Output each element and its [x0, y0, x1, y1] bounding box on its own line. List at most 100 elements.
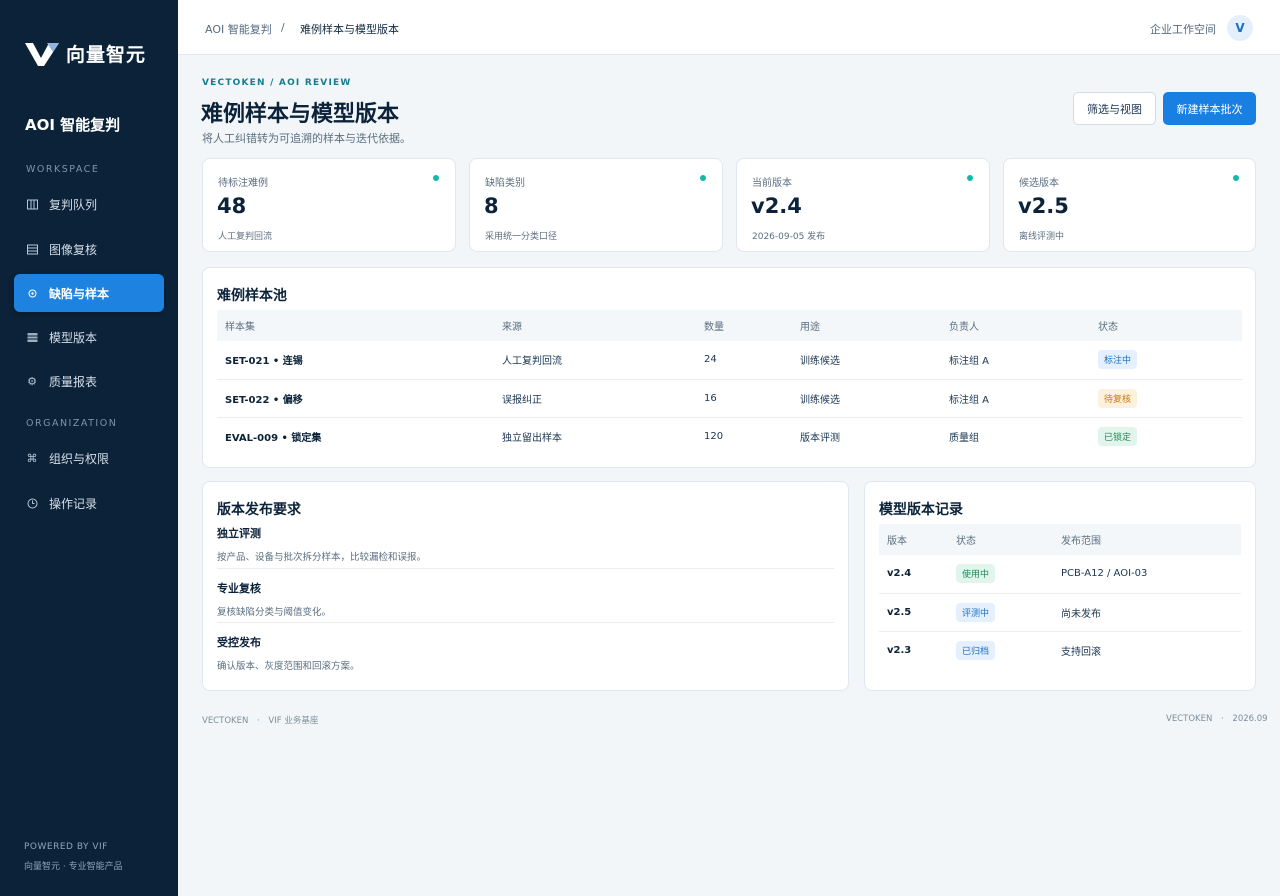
- sidebar-item-label: 复判队列: [49, 197, 98, 212]
- sidebar-item-defects-samples[interactable]: 缺陷与样本: [14, 274, 164, 312]
- powered-by: POWERED BY VIF: [24, 842, 108, 852]
- workspace-section-label: WORKSPACE: [26, 164, 100, 175]
- release-requirements-card: 版本发布要求 独立评测 按产品、设备与批次拆分样本，比较漏检和误报。 专业复核 …: [202, 481, 849, 691]
- grid-icon: [26, 331, 38, 343]
- status-badge: 使用中: [956, 564, 996, 584]
- sidebar-item-label: 组织与权限: [49, 451, 110, 466]
- page-eyebrow: VECTOKEN / AOI REVIEW: [202, 78, 352, 88]
- status-badge: 已锁定: [1098, 426, 1138, 446]
- table-row[interactable]: EVAL-009 • 锁定集 独立留出样本 120 版本评测 质量组 已锁定: [217, 417, 1242, 455]
- requirement-desc: 复核缺陷分类与阈值变化。: [217, 607, 332, 618]
- target-icon: [26, 287, 38, 299]
- sidebar-item-review-queue[interactable]: 复判队列: [14, 185, 164, 223]
- sidebar-item-org-permissions[interactable]: ⌘ 组织与权限: [14, 439, 164, 477]
- avatar[interactable]: V: [1227, 15, 1253, 41]
- status-badge: 已归档: [956, 640, 996, 660]
- app-root: 向量智元 AOI 智能复判 WORKSPACE 复判队列 图像复核 缺陷与样本: [0, 0, 1280, 896]
- requirement-title: 专业复核: [217, 582, 261, 595]
- column-header: 数量: [696, 310, 792, 341]
- stat-hint: 2026-09-05 发布: [752, 232, 826, 242]
- status-badge: 待复核: [1098, 388, 1138, 408]
- column-header: 样本集: [217, 310, 494, 341]
- column-header: 发布范围: [1053, 524, 1241, 555]
- status-dot-icon: [433, 175, 439, 181]
- footer-brand: VECTOKEN: [202, 716, 249, 726]
- sample-count: 120: [704, 430, 724, 442]
- sample-source: 人工复判回流: [494, 341, 696, 380]
- sample-usage: 训练候选: [792, 379, 941, 418]
- image-list-icon: [26, 243, 38, 255]
- organization-section-label: ORGANIZATION: [26, 418, 118, 429]
- stat-card-defect-categories: 缺陷类别 8 采用统一分类口径: [469, 158, 723, 252]
- stat-value: 48: [217, 194, 247, 218]
- card-title: 难例样本池: [217, 288, 287, 304]
- column-header: 状态: [1090, 310, 1242, 341]
- breadcrumb-current: 难例样本与模型版本: [300, 23, 399, 36]
- version-id: v2.3: [887, 644, 912, 656]
- stat-card-pending-hard-cases: 待标注难例 48 人工复判回流: [202, 158, 456, 252]
- sidebar-item-operation-log[interactable]: 操作记录: [14, 484, 164, 522]
- column-header: 来源: [494, 310, 696, 341]
- model-version-table: 版本 状态 发布范围 v2.4 使用中 PCB-A12 / AOI-03 v2.…: [879, 524, 1241, 669]
- hard-sample-table: 样本集 来源 数量 用途 负责人 状态 SET-021 • 连锡 人工复判回流 …: [217, 310, 1242, 455]
- requirement-item: 受控发布 确认版本、灰度范围和回滚方案。: [217, 634, 834, 672]
- command-icon: ⌘: [26, 451, 38, 465]
- model-version-records-card: 模型版本记录 版本 状态 发布范围 v2.4 使用中 PCB-A12 / AOI…: [864, 481, 1256, 691]
- breadcrumb-separator: /: [281, 21, 285, 34]
- sidebar-item-label: 模型版本: [49, 330, 98, 345]
- requirement-title: 独立评测: [217, 527, 261, 540]
- sidebar-item-label: 缺陷与样本: [49, 286, 110, 301]
- topbar: AOI 智能复判 / 难例样本与模型版本 企业工作空间 V: [178, 0, 1280, 55]
- release-scope: PCB-A12 / AOI-03: [1053, 555, 1241, 594]
- sample-owner: 标注组 A: [941, 379, 1090, 418]
- footer-brand: VECTOKEN: [1166, 714, 1213, 724]
- status-badge: 标注中: [1098, 350, 1138, 370]
- table-row[interactable]: SET-022 • 偏移 误报纠正 16 训练候选 标注组 A 待复核: [217, 379, 1242, 418]
- sample-usage: 训练候选: [792, 341, 941, 380]
- stat-value: v2.5: [1018, 194, 1069, 218]
- column-header: 负责人: [941, 310, 1090, 341]
- stat-label: 缺陷类别: [485, 178, 525, 189]
- stat-value: 8: [484, 194, 499, 218]
- table-row[interactable]: v2.4 使用中 PCB-A12 / AOI-03: [879, 555, 1241, 594]
- breadcrumb-root[interactable]: AOI 智能复判: [205, 21, 272, 37]
- new-sample-batch-button[interactable]: 新建样本批次: [1163, 92, 1256, 125]
- table-row[interactable]: v2.3 已归档 支持回滚: [879, 631, 1241, 669]
- sample-count: 24: [696, 341, 792, 380]
- sample-source: 误报纠正: [494, 379, 696, 418]
- stat-label: 候选版本: [1019, 178, 1059, 189]
- stat-hint: 采用统一分类口径: [485, 232, 558, 242]
- footer-date: 2026.09: [1232, 714, 1268, 724]
- hard-sample-pool-card: 难例样本池 样本集 来源 数量 用途 负责人 状态 SET-021 • 连锡 人…: [202, 267, 1256, 468]
- requirement-title: 受控发布: [217, 636, 261, 649]
- stat-card-current-version: 当前版本 v2.4 2026-09-05 发布: [736, 158, 990, 252]
- sidebar: 向量智元 AOI 智能复判 WORKSPACE 复判队列 图像复核 缺陷与样本: [0, 0, 178, 896]
- card-title: 版本发布要求: [217, 502, 301, 518]
- page-title: 难例样本与模型版本: [201, 102, 400, 127]
- sidebar-item-quality-reports[interactable]: ⚙ 质量报表: [14, 362, 164, 400]
- column-header: 状态: [948, 524, 1053, 555]
- status-dot-icon: [1233, 175, 1239, 181]
- sidebar-item-model-versions[interactable]: 模型版本: [14, 318, 164, 356]
- filter-view-button[interactable]: 筛选与视图: [1073, 92, 1156, 125]
- workspace-switcher[interactable]: 企业工作空间: [1150, 21, 1216, 37]
- sidebar-item-image-review[interactable]: 图像复核: [14, 230, 164, 268]
- sample-set-name: EVAL-009 • 锁定集: [225, 432, 322, 444]
- sidebar-item-label: 质量报表: [49, 374, 98, 389]
- stat-hint: 离线评测中: [1019, 232, 1065, 242]
- divider: [217, 568, 834, 569]
- status-badge: 评测中: [956, 602, 996, 622]
- sample-count: 16: [696, 379, 792, 418]
- column-header: 用途: [792, 310, 941, 341]
- release-scope: 支持回滚: [1061, 646, 1101, 658]
- column-header: 版本: [879, 524, 948, 555]
- sample-usage: 版本评测: [800, 432, 840, 444]
- release-scope: 尚未发布: [1053, 593, 1241, 632]
- version-id: v2.4: [879, 555, 948, 594]
- table-row[interactable]: SET-021 • 连锡 人工复判回流 24 训练候选 标注组 A 标注中: [217, 341, 1242, 380]
- table-row[interactable]: v2.5 评测中 尚未发布: [879, 593, 1241, 632]
- brand-logo[interactable]: 向量智元: [24, 40, 146, 67]
- page-subtitle: 将人工纠错转为可追溯的样本与迭代依据。: [202, 132, 411, 145]
- footer-separator: ·: [257, 716, 260, 726]
- sample-set-name: SET-022 • 偏移: [217, 379, 494, 418]
